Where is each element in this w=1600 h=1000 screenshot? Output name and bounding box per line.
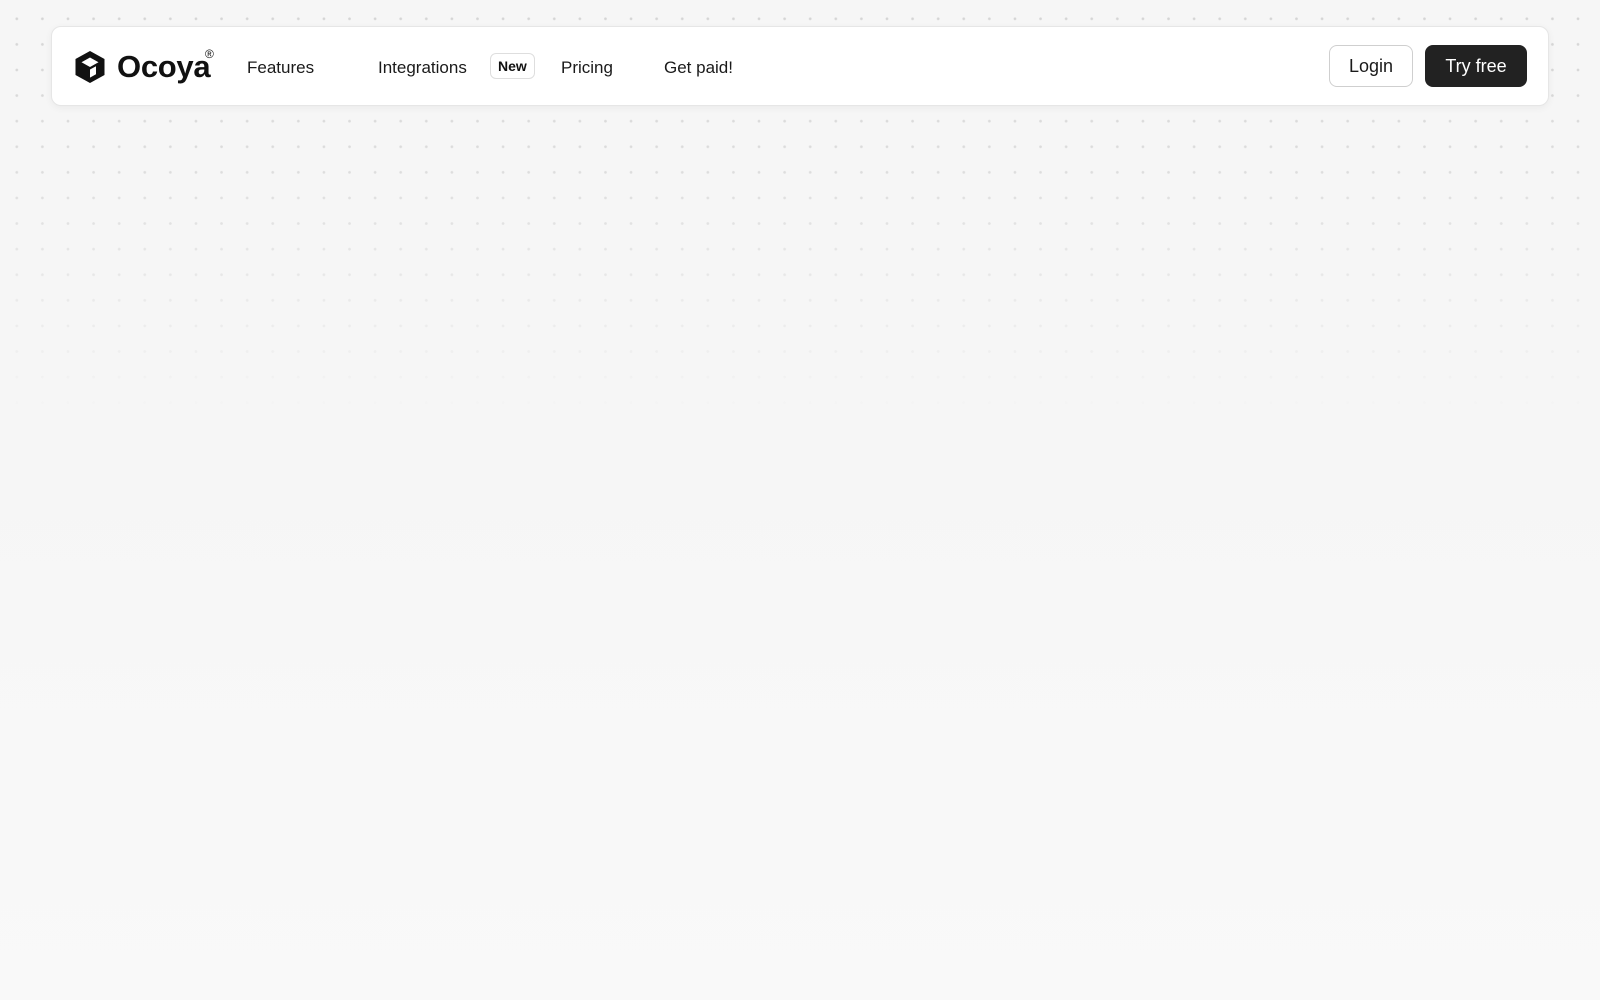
nav-link-integrations[interactable]: Integrations [378,58,467,78]
nav-link-get-paid[interactable]: Get paid! [664,58,733,78]
cube-icon [75,51,105,83]
brand-name: Ocoya [117,49,211,84]
nav-link-pricing[interactable]: Pricing [561,58,613,78]
top-navbar: Ocoya ® Features Integrations New Pricin… [51,26,1549,106]
trademark-symbol: ® [205,47,214,61]
new-badge: New [490,53,535,79]
nav-link-features[interactable]: Features [247,58,314,78]
brand-logo-link[interactable]: Ocoya ® [74,47,214,84]
page-background [0,420,1600,1000]
login-button[interactable]: Login [1329,45,1413,87]
try-free-button[interactable]: Try free [1425,45,1527,87]
